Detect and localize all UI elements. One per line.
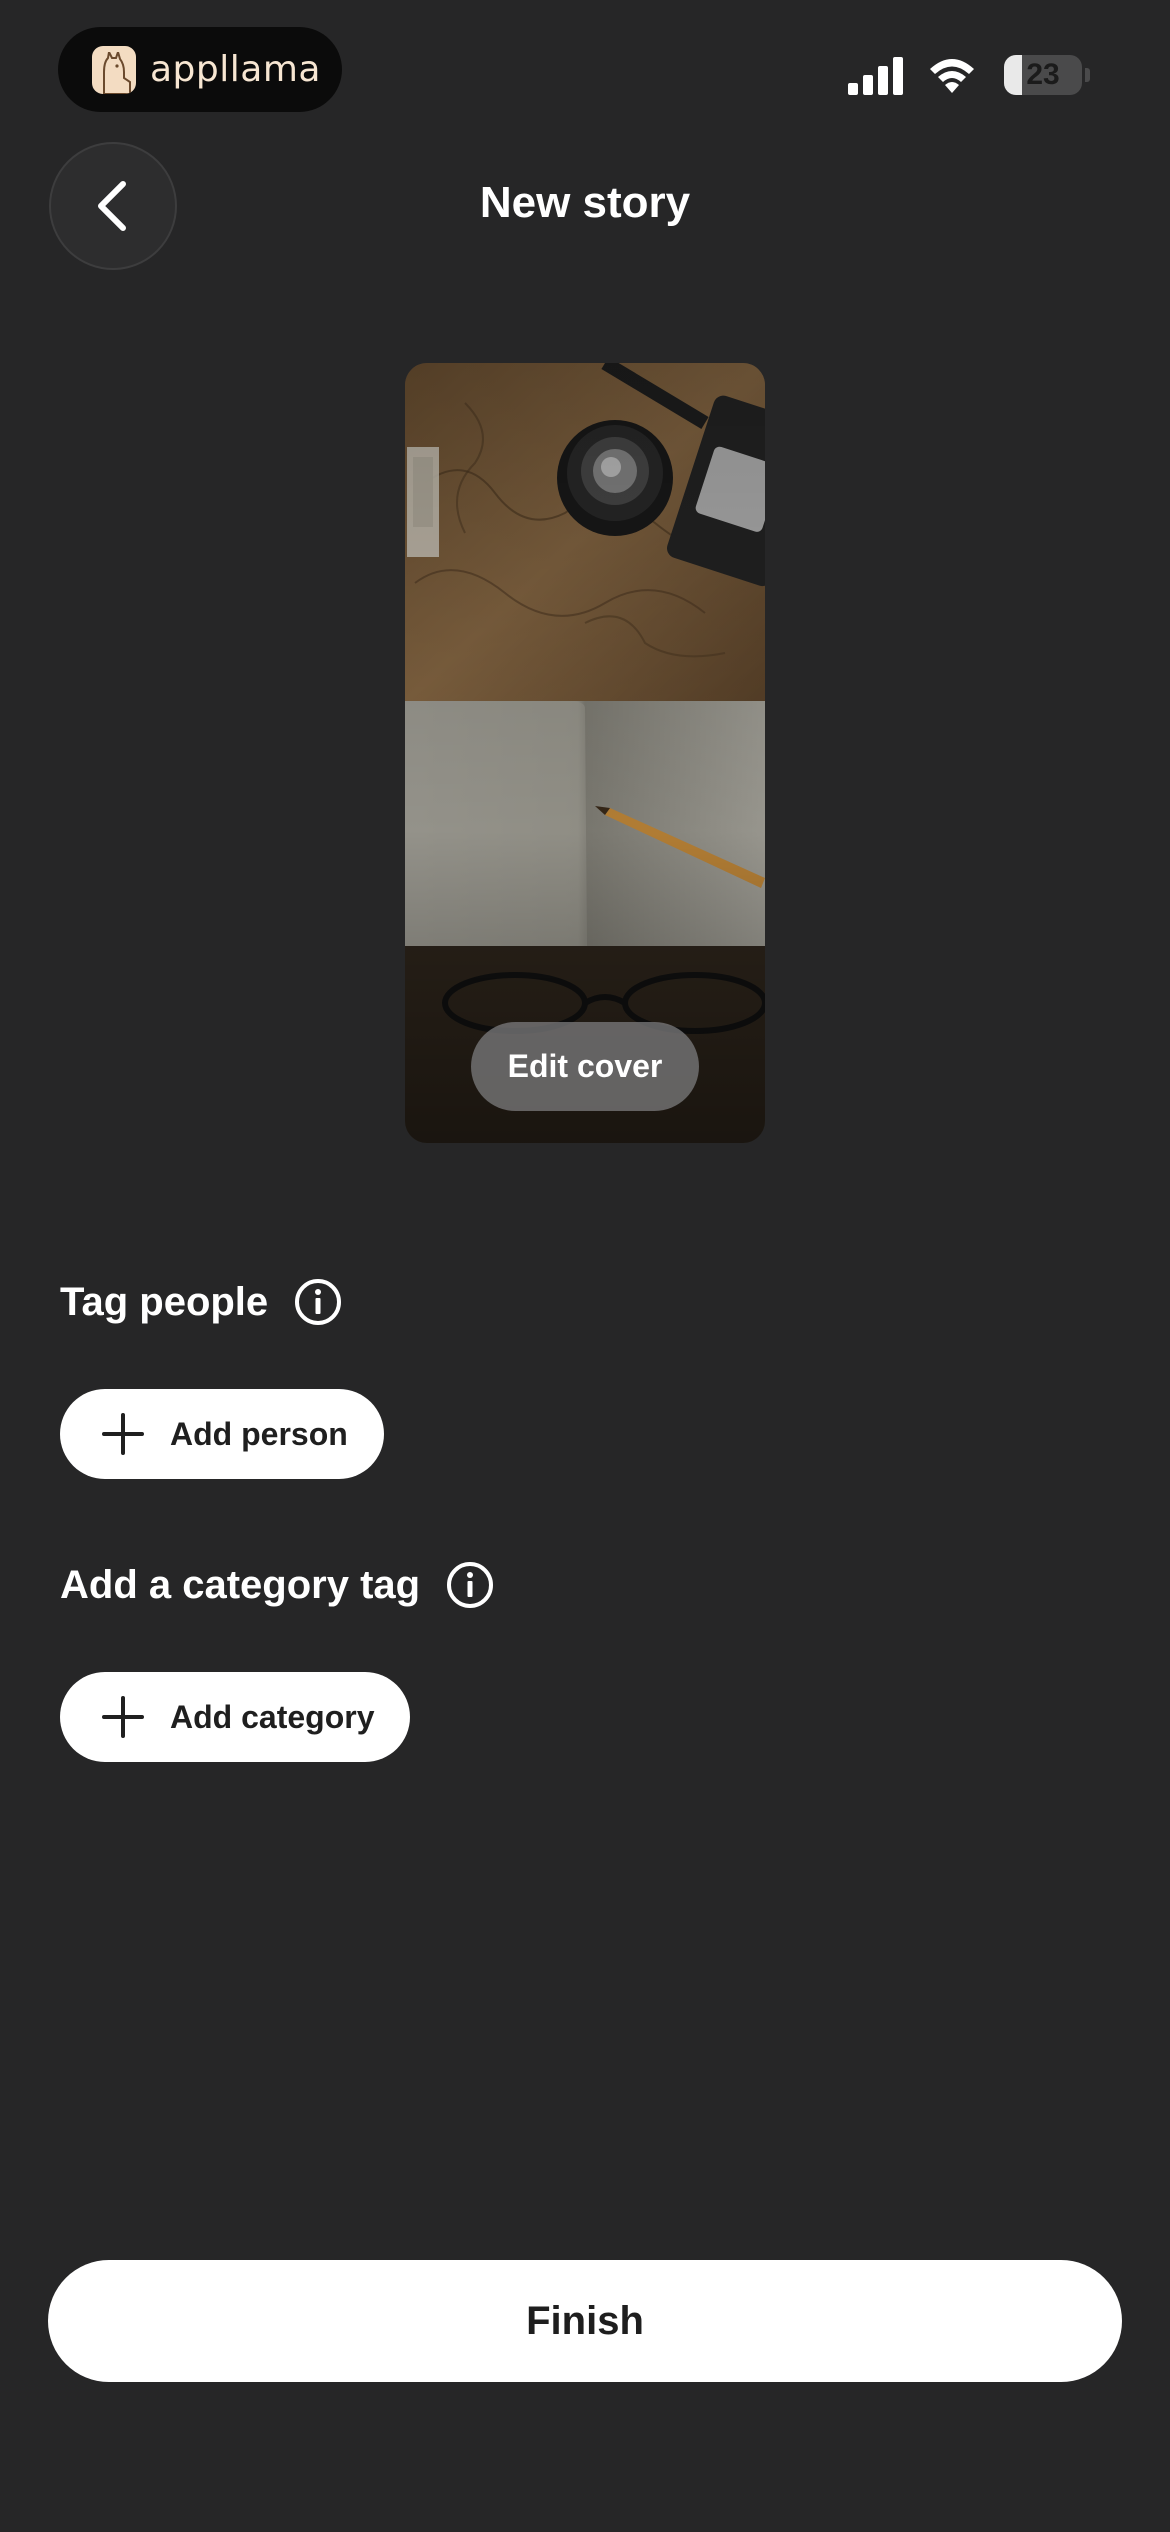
finish-button[interactable]: Finish	[48, 2260, 1122, 2382]
status-icons: 23	[848, 55, 1090, 95]
add-person-label: Add person	[170, 1415, 348, 1452]
wifi-icon	[930, 59, 974, 93]
add-category-button[interactable]: Add category	[60, 1672, 411, 1762]
llama-logo-icon	[92, 45, 136, 94]
info-icon[interactable]	[446, 1561, 494, 1609]
plus-icon	[102, 1696, 144, 1738]
battery-tip	[1085, 68, 1090, 82]
app-badge: appllama	[58, 27, 342, 112]
add-category-label: Add category	[170, 1698, 375, 1735]
plus-icon	[102, 1413, 144, 1455]
cellular-signal-icon	[848, 57, 903, 95]
tag-people-section: Tag people	[60, 1278, 342, 1326]
category-section: Add a category tag	[60, 1561, 494, 1609]
add-person-button[interactable]: Add person	[60, 1389, 384, 1479]
edit-cover-button[interactable]: Edit cover	[471, 1022, 699, 1111]
category-label: Add a category tag	[60, 1562, 421, 1607]
battery-icon: 23	[1004, 55, 1082, 95]
brand-name: appllama	[150, 49, 321, 90]
info-icon[interactable]	[294, 1278, 342, 1326]
tag-people-label: Tag people	[60, 1279, 269, 1324]
page-title: New story	[479, 178, 691, 227]
story-cover[interactable]: Edit cover	[405, 363, 765, 1143]
battery-level: 23	[1026, 58, 1060, 91]
